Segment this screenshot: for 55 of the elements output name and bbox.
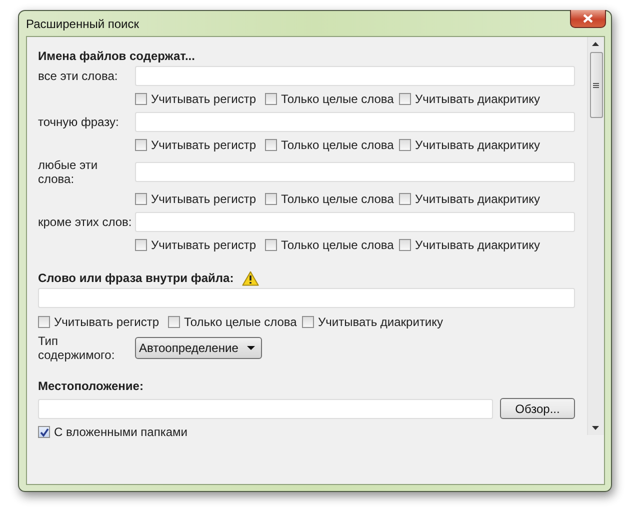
checkbox[interactable] <box>399 193 411 205</box>
checkbox-label: Учитывать диакритику <box>415 138 540 152</box>
checkbox-label: Учитывать регистр <box>151 238 256 252</box>
checkbox[interactable] <box>135 193 147 205</box>
checkbox[interactable] <box>168 316 180 328</box>
checkbox-label: Учитывать диакритику <box>415 192 540 206</box>
close-icon <box>583 14 593 23</box>
caret-icon <box>247 346 255 350</box>
checkbox[interactable] <box>135 139 147 151</box>
checkbox-label: Только целые слова <box>281 238 394 252</box>
checkbox-label: Только целые слова <box>281 138 394 152</box>
checkbox[interactable] <box>302 316 314 328</box>
input-field[interactable] <box>135 112 575 132</box>
checkbox-label: Учитывать диакритику <box>415 238 540 252</box>
warning-icon <box>242 270 259 286</box>
scrollbar[interactable] <box>587 37 604 435</box>
input-field[interactable] <box>135 162 575 182</box>
content-type-dropdown[interactable]: Автоопределение <box>135 337 262 359</box>
checkbox-label: Учитывать регистр <box>151 92 256 106</box>
checkbox[interactable] <box>135 93 147 105</box>
window-title: Расширенный поиск <box>26 16 139 30</box>
checkbox[interactable] <box>38 426 50 438</box>
browse-button[interactable]: Обзор... <box>500 398 575 419</box>
checkbox-label: С вложенными папками <box>54 425 188 439</box>
checkbox[interactable] <box>135 239 147 251</box>
checkbox-label: Учитывать регистр <box>54 315 160 329</box>
checkbox[interactable] <box>265 193 277 205</box>
checkbox[interactable] <box>265 239 277 251</box>
field-label: точную фразу: <box>38 115 120 129</box>
input-field[interactable] <box>135 212 575 232</box>
checkbox[interactable] <box>399 239 411 251</box>
section-heading: Имена файлов содержат... <box>38 48 195 64</box>
input-field[interactable] <box>135 66 575 86</box>
checkbox-label: Только целые слова <box>281 92 394 106</box>
checkbox-label: Только целые слова <box>281 192 394 206</box>
checkbox-label: Учитывать диакритику <box>318 315 444 329</box>
scroll-thumb[interactable] <box>590 52 602 118</box>
checkbox-label: Учитывать регистр <box>151 138 256 152</box>
field-label: все эти слова: <box>38 69 119 83</box>
checkbox-label: Учитывать диакритику <box>415 92 540 106</box>
checkbox[interactable] <box>265 139 277 151</box>
field-label: кроме этих слов: <box>38 215 133 229</box>
checkbox[interactable] <box>38 316 50 328</box>
input-field[interactable] <box>38 288 575 308</box>
checkbox[interactable] <box>399 139 411 151</box>
checkbox-label: Только целые слова <box>184 315 297 329</box>
input-field[interactable] <box>38 398 493 418</box>
field-label: Тип содержимого: <box>38 334 116 362</box>
checkbox-label: Учитывать регистр <box>151 192 256 206</box>
field-label: любые эти слова: <box>38 158 99 186</box>
close-button[interactable] <box>570 10 606 28</box>
section-heading: Слово или фраза внутри файла: <box>38 270 234 286</box>
checkbox[interactable] <box>399 93 411 105</box>
checkbox[interactable] <box>265 93 277 105</box>
section-heading: Местоположение: <box>38 378 144 394</box>
